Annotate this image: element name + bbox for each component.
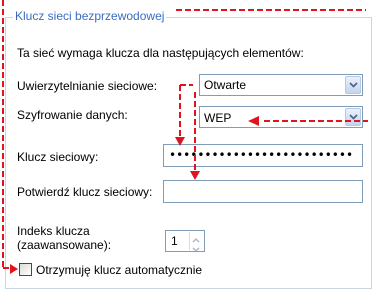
- wireless-key-dialog: Klucz sieci bezprzewodowej Ta sieć wymag…: [0, 0, 376, 297]
- arrow-confirm-key-icon: [190, 171, 200, 180]
- annotation-overlay: [2, 0, 368, 274]
- arrow-network-key-icon: [175, 137, 185, 146]
- arrow-checkbox-icon: [10, 264, 18, 274]
- arrow-wep-icon: [248, 116, 259, 126]
